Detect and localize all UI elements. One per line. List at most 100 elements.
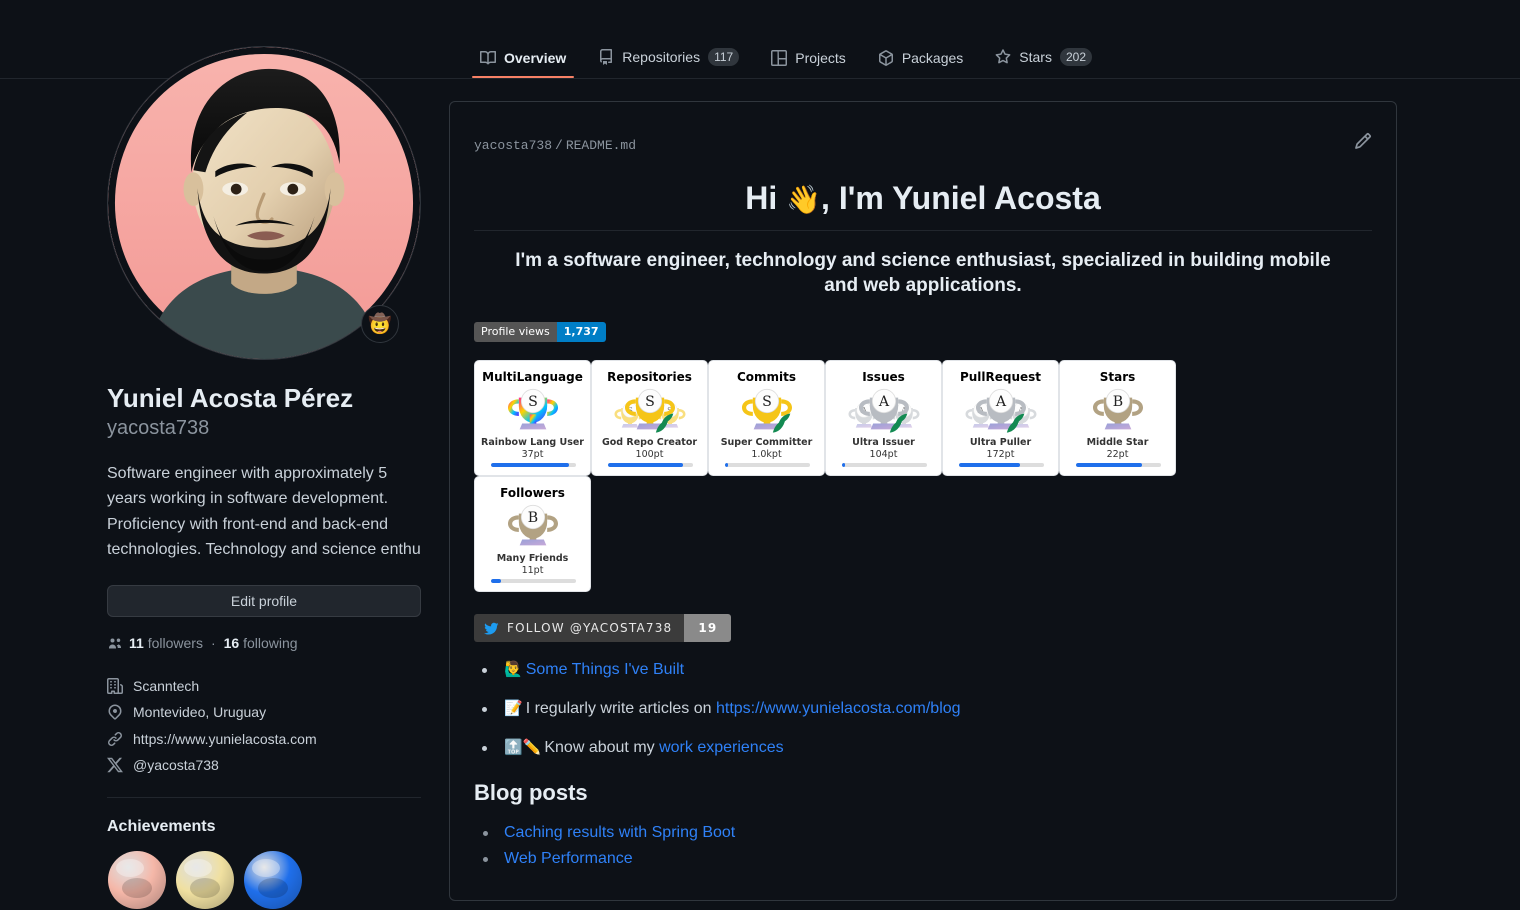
profile-username: yacosta738 (107, 416, 210, 439)
people-icon (109, 638, 121, 648)
arctic-code-vault-badge[interactable] (243, 850, 303, 910)
twitter-follow-label: FOLLOW @YACOSTA738 (474, 614, 685, 643)
following-link[interactable]: 16 following (224, 635, 298, 651)
profile-meta-twitter: @yacosta738 (107, 752, 421, 779)
profile-meta-text[interactable]: Montevideo, Uruguay (133, 699, 266, 726)
readme-link[interactable]: https://www.yunielacosta.com/blog (716, 700, 961, 717)
trophy-progress-bar (608, 463, 693, 468)
trophy-progress-bar (1076, 463, 1161, 468)
twitter-icon (484, 622, 499, 635)
trophy-cup-icon: S (724, 385, 810, 437)
trophy-title: Commits (736, 370, 797, 385)
trophy-cup-icon: B (1075, 385, 1161, 437)
profile-full-name: Yuniel Acosta Pérez (107, 383, 354, 413)
trophy-cup-icon: AAA (958, 385, 1044, 437)
blog-post-link[interactable]: Caching results with Spring Boot (504, 824, 735, 841)
nav-tab-label: Overview (504, 50, 567, 66)
nav-tab-repositories[interactable]: Repositories 117 (582, 40, 755, 78)
profile-meta-text[interactable]: Scanntech (133, 673, 199, 700)
nav-tab-projects[interactable]: Projects (755, 42, 862, 78)
list-item-text: Know about my (544, 739, 660, 757)
readme-body: Hi 👋, I'm Yuniel Acosta I'm a software e… (450, 178, 1396, 885)
readme-list-item: 🙋‍♂️ Some Things I've Built (474, 660, 1372, 680)
nav-tab-count: 117 (708, 48, 740, 66)
status-emoji-badge[interactable]: 🤠 (361, 305, 399, 343)
edit-profile-button[interactable]: Edit profile (107, 584, 421, 617)
blog-post-item: Web Performance (474, 849, 1372, 869)
trophy-title: Issues (862, 370, 905, 385)
trophy-card-followers: Followers B Many Friends 11pt (474, 476, 591, 593)
trophy-rank-name: God Repo Creator (601, 437, 698, 449)
list-item-emoji: 📝 (504, 700, 523, 718)
readme-link[interactable]: Some Things I've Built (526, 661, 684, 678)
list-item-emoji: 🙋‍♂️ (504, 661, 523, 679)
nav-tab-packages[interactable]: Packages (862, 42, 979, 78)
trophy-rank-name: Many Friends (496, 553, 569, 565)
profile-nav-tabs: Overview Repositories 117 Projects Packages S… (464, 40, 1108, 78)
svg-text:B: B (1112, 394, 1122, 410)
readme-link-list: 🙋‍♂️ Some Things I've Built 📝 I regularly w… (474, 660, 1372, 758)
readme-filename[interactable]: README.md (566, 138, 636, 153)
readme-breadcrumb: yacosta738/README.md (474, 138, 636, 153)
readme-link[interactable]: work experiences (659, 739, 784, 756)
profile-meta-text[interactable]: @yacosta738 (133, 752, 219, 779)
trophy-card-issues: IssuesAAAUltra Issuer104pt (825, 360, 942, 477)
profile-meta-text[interactable]: https://www.yunielacosta.com (133, 726, 317, 753)
profile-page: 🤠 Yuniel Acosta Pérez yacosta738 Softwar… (0, 46, 1520, 909)
profile-meta-organization: Scanntech (107, 673, 421, 700)
readme-lead-paragraph: I'm a software engineer, technology and … (515, 250, 1331, 296)
pull-shark-badge[interactable] (175, 850, 235, 910)
nav-tab-stars[interactable]: Stars 202 (979, 40, 1108, 78)
trophy-rank-name: Middle Star (1086, 437, 1149, 449)
trophy-points: 22pt (1106, 449, 1129, 461)
list-item-text: I regularly write articles on (525, 700, 716, 718)
profile-readme-card: yacosta738/README.md Hi 👋, I'm Yuniel Ac… (449, 101, 1397, 901)
followers-link[interactable]: 11 followers (129, 635, 203, 651)
readme-list-item: 📝 I regularly write articles on https://w… (474, 699, 1372, 719)
trophy-card-multilanguage: MultiLanguage S Rainbow Lang User 37pt (474, 360, 591, 477)
readme-header: yacosta738/README.md (450, 102, 1396, 153)
followers-following-row: 11 followers · 16 following (107, 635, 421, 651)
trophy-title: MultiLanguage (482, 370, 583, 385)
trophy-card-stars: Stars B Middle Star 22pt (1059, 360, 1176, 477)
svg-text:A: A (877, 394, 889, 410)
readme-heading: Hi 👋, I'm Yuniel Acosta (474, 178, 1372, 231)
readme-owner[interactable]: yacosta738 (474, 138, 552, 153)
blog-posts-heading: Blog posts (474, 780, 588, 806)
repo-icon (598, 49, 614, 65)
link-icon (107, 731, 123, 746)
heading-suffix: , I'm Yuniel Acosta (821, 180, 1101, 216)
heading-prefix: Hi (745, 180, 787, 216)
twitter-follow-count: 19 (684, 614, 732, 643)
breadcrumb-separator: / (555, 138, 563, 153)
trophy-cup-icon: B (490, 501, 576, 553)
nav-tab-overview[interactable]: Overview (464, 42, 582, 78)
svg-text:S: S (528, 394, 538, 410)
dot-separator: · (210, 634, 216, 651)
location-icon (108, 704, 122, 720)
trophy-title: Stars (1099, 370, 1136, 385)
profile-views-badge[interactable]: Profile views 1,737 (474, 322, 606, 343)
trophy-points: 104pt (869, 449, 898, 461)
nav-tab-label: Projects (795, 50, 846, 66)
trophy-progress-bar (842, 463, 927, 468)
pair-extraordinaire-badge[interactable] (107, 850, 167, 910)
pencil-icon[interactable] (1354, 132, 1374, 152)
trophy-title: Repositories (607, 370, 692, 385)
trophy-rank-name: Rainbow Lang User (481, 437, 584, 449)
trophy-title: Followers (500, 486, 565, 501)
nav-tab-count: 202 (1059, 48, 1093, 66)
profile-meta-list: Scanntech Montevideo, Uruguay https://www.… (107, 673, 421, 779)
trophy-rank-name: Ultra Puller (969, 437, 1032, 449)
profile-meta-link: https://www.yunielacosta.com (107, 726, 421, 753)
twitter-follow-badge[interactable]: FOLLOW @YACOSTA738 19 (474, 614, 732, 643)
trophy-cup-icon: SSS (607, 385, 693, 437)
profile-views-label: Profile views (474, 322, 557, 343)
blog-post-link[interactable]: Web Performance (504, 850, 633, 867)
trophy-card-commits: Commits S Super Committer 1.0kpt (708, 360, 825, 477)
svg-text:S: S (645, 394, 655, 410)
profile-views-value: 1,737 (556, 322, 606, 343)
trophy-card-repositories: RepositoriesSSSGod Repo Creator100pt (591, 360, 708, 477)
achievements-heading: Achievements (107, 817, 216, 835)
svg-text:A: A (994, 394, 1006, 410)
